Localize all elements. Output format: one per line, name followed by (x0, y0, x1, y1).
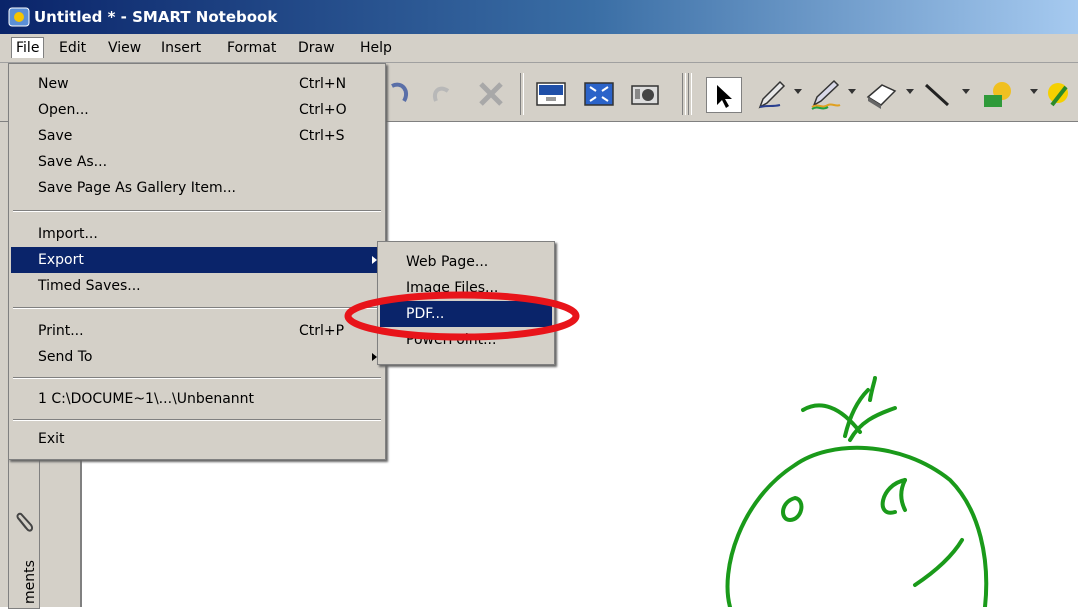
menu-separator (13, 307, 381, 309)
magic-pen-icon[interactable] (1042, 77, 1076, 111)
redo-icon[interactable] (424, 77, 458, 111)
menu-item-shortcut: Ctrl+O (299, 102, 347, 118)
menu-item-save-as[interactable]: Save As... (11, 149, 383, 175)
file-menu: New Ctrl+N Open... Ctrl+O Save Ctrl+S Sa… (8, 63, 386, 460)
menu-item-save-gallery[interactable]: Save Page As Gallery Item... (11, 175, 383, 201)
select-arrow-icon[interactable] (706, 77, 742, 113)
creative-pen-dropdown-arrow[interactable] (848, 89, 856, 94)
attachments-tab-label[interactable]: ments (22, 560, 38, 604)
undo-icon[interactable] (382, 77, 416, 111)
paperclip-icon[interactable] (13, 511, 35, 537)
menu-draw[interactable]: Draw (294, 38, 339, 58)
menu-item-label: Save (38, 128, 73, 144)
menu-item-label: New (38, 76, 69, 92)
menu-item-save[interactable]: Save Ctrl+S (11, 123, 383, 149)
line-dropdown-arrow[interactable] (962, 89, 970, 94)
toolbar-separator (688, 73, 692, 115)
highlight-ellipse-annotation (344, 291, 580, 341)
pen-dropdown-arrow[interactable] (794, 89, 802, 94)
menu-item-web-page[interactable]: Web Page... (380, 249, 552, 275)
menu-item-shortcut: Ctrl+S (299, 128, 345, 144)
menu-help[interactable]: Help (356, 38, 396, 58)
menu-separator (13, 419, 381, 421)
menu-file[interactable]: File (11, 37, 45, 58)
menu-item-shortcut: Ctrl+P (299, 323, 345, 339)
screen-shade-icon[interactable] (534, 77, 568, 111)
delete-icon[interactable] (474, 77, 508, 111)
eraser-icon[interactable] (864, 77, 898, 111)
menu-item-exit[interactable]: Exit (11, 426, 383, 452)
menu-item-label: Timed Saves... (38, 278, 141, 294)
menu-item-label: 1 C:\DOCUME~1\...\Unbenannt (38, 391, 255, 407)
menu-item-export[interactable]: Export (11, 247, 383, 273)
menu-item-print[interactable]: Print... Ctrl+P (11, 318, 383, 344)
menu-item-open[interactable]: Open... Ctrl+O (11, 97, 383, 123)
title-bar: Untitled * - SMART Notebook (0, 0, 1078, 34)
menu-item-shortcut: Ctrl+N (299, 76, 347, 92)
menu-item-new[interactable]: New Ctrl+N (11, 71, 383, 97)
menu-separator (13, 377, 381, 379)
menu-bar: File Edit View Insert Format Draw Help (0, 34, 1078, 63)
menu-item-send-to[interactable]: Send To (11, 344, 383, 370)
menu-item-timed-saves[interactable]: Timed Saves... (11, 273, 383, 299)
menu-edit[interactable]: Edit (55, 38, 90, 58)
menu-item-label: Export (38, 252, 84, 268)
menu-item-label: Send To (38, 349, 93, 365)
shapes-icon[interactable] (980, 77, 1014, 111)
window-title: Untitled * - SMART Notebook (34, 8, 278, 26)
menu-separator (13, 210, 381, 212)
menu-view[interactable]: View (104, 38, 145, 58)
menu-item-label: Import... (38, 226, 98, 242)
smiley-doodle (725, 376, 989, 607)
full-screen-icon[interactable] (582, 77, 616, 111)
toolbar-separator (682, 73, 686, 115)
menu-item-label: Exit (38, 431, 65, 447)
menu-item-label: Save Page As Gallery Item... (38, 180, 237, 196)
menu-item-label: Save As... (38, 154, 108, 170)
creative-pen-icon[interactable] (808, 77, 842, 111)
pen-icon[interactable] (754, 77, 788, 111)
toolbar-separator (520, 73, 524, 115)
camera-icon[interactable] (628, 77, 662, 111)
menu-item-import[interactable]: Import... (11, 221, 383, 247)
menu-item-label: Web Page... (406, 254, 489, 270)
eraser-dropdown-arrow[interactable] (906, 89, 914, 94)
line-icon[interactable] (920, 77, 954, 111)
menu-item-label: Print... (38, 323, 84, 339)
menu-format[interactable]: Format (223, 38, 280, 58)
menu-item-label: Open... (38, 102, 89, 118)
shapes-dropdown-arrow[interactable] (1030, 89, 1038, 94)
menu-insert[interactable]: Insert (157, 38, 205, 58)
menu-item-recent-file[interactable]: 1 C:\DOCUME~1\...\Unbenannt (11, 386, 383, 412)
smart-notebook-icon (8, 7, 30, 27)
